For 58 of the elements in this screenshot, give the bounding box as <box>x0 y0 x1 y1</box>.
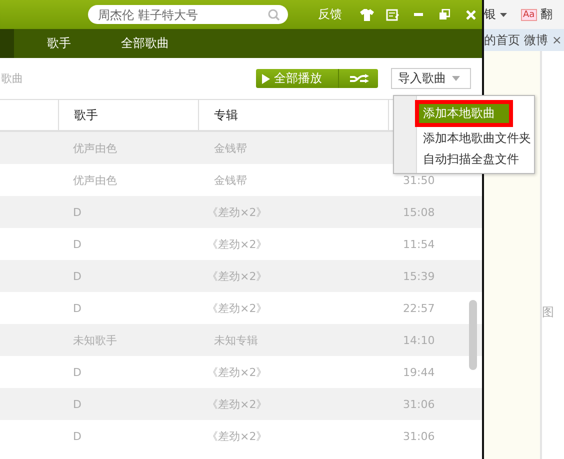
singer-cell-text: D <box>72 236 82 252</box>
shirt-icon <box>360 8 374 20</box>
browser-tab[interactable]: 的首页 微博 <box>484 32 548 48</box>
close-icon <box>466 10 476 20</box>
menu-item[interactable]: 添加本地歌曲文件夹 <box>418 128 532 149</box>
album-cell-text: 《差劲×2》 <box>206 364 268 380</box>
duration-cell-text: 11:54 <box>402 236 436 252</box>
shuffle-icon <box>348 74 368 84</box>
duration-cell-text: 22:57 <box>402 300 436 316</box>
duration-cell-text: 14:10 <box>402 332 436 348</box>
nav-tab[interactable]: 全部歌曲 <box>121 35 169 52</box>
album-cell-text: 《差劲×2》 <box>206 236 268 252</box>
translate-icon[interactable]: Aa <box>521 8 537 20</box>
duration-cell-text: 15:08 <box>402 204 436 220</box>
album-cell-text: 《差劲×2》 <box>206 300 268 316</box>
menu-item[interactable]: 自动扫描全盘文件 <box>418 149 532 170</box>
duration-cell-text: 19:44 <box>402 364 436 380</box>
import-songs-dropdown[interactable]: 导入歌曲 <box>391 68 471 89</box>
menu-text[interactable]: 银 <box>484 6 496 23</box>
singer-cell-text: D <box>72 204 82 220</box>
translate-button[interactable]: 翻 <box>540 6 553 23</box>
play-icon <box>262 74 270 84</box>
album-cell-text: 未知专辑 <box>213 332 259 348</box>
caret-icon <box>452 76 460 81</box>
search-input[interactable]: 周杰伦 鞋子特大号 <box>96 6 268 22</box>
singer-cell-text: D <box>72 268 82 284</box>
side-text: 图 <box>542 305 554 319</box>
duration-cell-text: 31:06 <box>402 428 436 444</box>
song-count-label: 歌曲 <box>1 71 23 86</box>
singer-cell-text: D <box>72 428 82 444</box>
search-icon[interactable] <box>268 8 280 20</box>
shuffle-button[interactable] <box>338 69 378 88</box>
nav-tab[interactable]: 歌手 <box>47 35 71 52</box>
duration-cell-text: 15:39 <box>402 268 436 284</box>
duration-cell-text: 31:50 <box>402 172 436 188</box>
album-cell-text: 金钱帮 <box>213 172 248 188</box>
scrollbar-thumb[interactable] <box>469 300 477 370</box>
minimize-icon <box>414 13 423 16</box>
singer-cell-text: 优声由色 <box>72 140 118 156</box>
search-field[interactable]: 周杰伦 鞋子特大号 <box>88 5 288 24</box>
caret-icon <box>500 12 507 16</box>
album-cell-text: 《差劲×2》 <box>206 428 268 444</box>
singer-cell-text: D <box>72 300 82 316</box>
singer-cell-text: D <box>72 396 82 412</box>
tab-close-button[interactable]: × <box>552 33 562 47</box>
album-cell-text: 《差劲×2》 <box>206 204 268 220</box>
singer-cell-text: 未知歌手 <box>72 332 118 348</box>
menu-item[interactable]: 添加本地歌曲 <box>418 103 510 124</box>
singer-cell-text: D <box>72 364 82 380</box>
album-cell-text: 《差劲×2》 <box>206 268 268 284</box>
edit-icon <box>386 8 399 20</box>
album-cell-text: 金钱帮 <box>213 140 248 156</box>
album-cell-text: 《差劲×2》 <box>206 396 268 412</box>
column-header[interactable]: 专辑 <box>214 106 238 124</box>
singer-cell-text: 优声由色 <box>72 172 118 188</box>
restore-icon <box>439 9 450 20</box>
duration-cell-text: 31:06 <box>402 396 436 412</box>
column-header[interactable]: 歌手 <box>74 106 98 124</box>
